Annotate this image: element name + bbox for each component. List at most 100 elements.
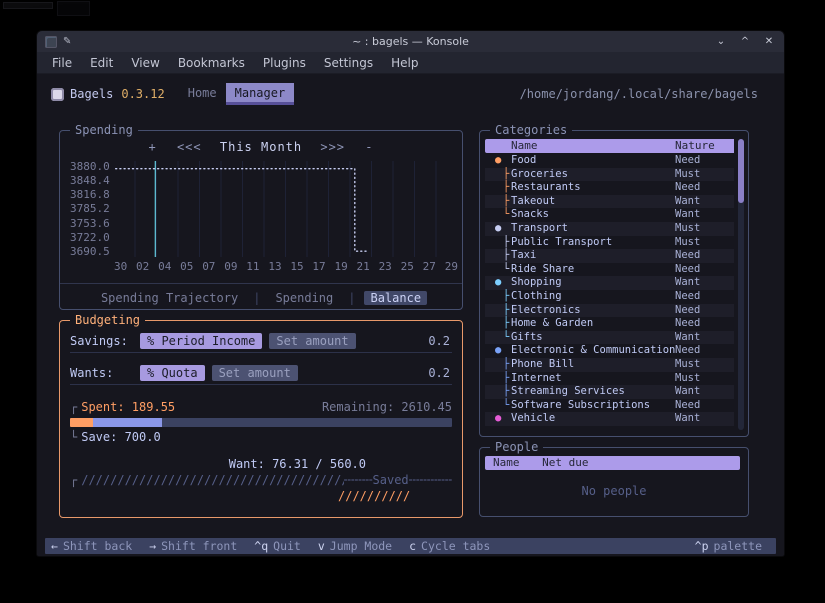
category-row[interactable]: ├RestaurantsNeed xyxy=(485,181,734,195)
hint-palette[interactable]: ^ppalette xyxy=(695,539,762,553)
category-row[interactable]: ├ClothingNeed xyxy=(485,290,734,304)
category-row[interactable]: ├TaxiNeed xyxy=(485,249,734,263)
desktop-artifact xyxy=(57,1,90,16)
savings-label: Savings: xyxy=(70,334,140,348)
tree-branch-icon: ├ xyxy=(503,290,511,304)
x-tick: 02 xyxy=(136,260,149,273)
x-tick: 29 xyxy=(445,260,458,273)
tab-spending-trajectory[interactable]: Spending Trajectory xyxy=(95,291,244,305)
budgeting-panel-title: Budgeting xyxy=(70,313,145,327)
category-name: Transport xyxy=(511,222,568,236)
category-row[interactable]: └Ride ShareNeed xyxy=(485,263,734,277)
bar-save-segment xyxy=(93,418,162,427)
category-row[interactable]: ├InternetMust xyxy=(485,372,734,386)
category-name: Taxi xyxy=(511,249,536,263)
category-name: Internet xyxy=(511,372,562,386)
menu-edit[interactable]: Edit xyxy=(81,54,122,72)
hint-quit[interactable]: ^q Quit xyxy=(254,539,301,553)
hint-shift-back[interactable]: ←Shift back xyxy=(51,539,132,553)
category-row[interactable]: ├ElectronicsNeed xyxy=(485,304,734,318)
tab-home[interactable]: Home xyxy=(179,83,226,105)
app-tabs: Home Manager xyxy=(179,83,294,105)
category-row[interactable]: ├Phone BillMust xyxy=(485,358,734,372)
category-nature: Must xyxy=(675,372,700,386)
spending-panel: Spending + <<< This Month >>> - 3880.0 3… xyxy=(59,130,463,310)
savings-set-amount-button[interactable]: Set amount xyxy=(269,333,355,349)
category-row[interactable]: └Software SubscriptionsNeed xyxy=(485,399,734,413)
menubar: File Edit View Bookmarks Plugins Setting… xyxy=(37,52,784,74)
hint-shift-front[interactable]: →Shift front xyxy=(149,539,237,553)
savings-period-income-button[interactable]: % Period Income xyxy=(140,333,262,349)
category-name: Food xyxy=(511,154,536,168)
period-add-button[interactable]: + xyxy=(142,140,162,154)
category-row[interactable]: ●ShoppingWant xyxy=(485,276,734,290)
app-header: Bagels 0.3.12 Home Manager /home/jordang… xyxy=(51,82,758,106)
minimize-button[interactable]: ⌄ xyxy=(714,36,728,47)
budgeting-panel: Budgeting Savings: % Period Income Set a… xyxy=(59,320,463,518)
spent-row: ┌ Spent: 189.55 Remaining: 2610.45 xyxy=(70,400,452,414)
y-tick: 3848.4 xyxy=(66,175,110,186)
key-v: v xyxy=(318,539,325,553)
tab-spending[interactable]: Spending xyxy=(269,291,339,305)
scrollbar-track[interactable] xyxy=(738,139,744,430)
menu-view[interactable]: View xyxy=(122,54,168,72)
category-row[interactable]: ●VehicleWant xyxy=(485,412,734,426)
hint-label: Shift back xyxy=(63,539,132,553)
key-right-arrow: → xyxy=(149,539,156,553)
y-tick: 3816.8 xyxy=(66,189,110,200)
category-row[interactable]: ├GroceriesMust xyxy=(485,168,734,182)
menu-help[interactable]: Help xyxy=(382,54,427,72)
close-button[interactable]: ✕ xyxy=(762,36,776,47)
category-row[interactable]: ●TransportMust xyxy=(485,222,734,236)
period-next-button[interactable]: >>> xyxy=(314,140,351,154)
key-ctrl-p: ^p xyxy=(695,539,709,553)
hint-cycle-tabs[interactable]: cCycle tabs xyxy=(409,539,490,553)
x-tick: 05 xyxy=(180,260,193,273)
x-tick: 30 xyxy=(114,260,127,273)
key-ctrl-q: ^q xyxy=(254,539,268,553)
category-nature: Want xyxy=(675,195,700,209)
category-row[interactable]: └GiftsWant xyxy=(485,331,734,345)
category-row[interactable]: ●Electronic & CommunicationNeed xyxy=(485,344,734,358)
savings-value-field[interactable]: 0.2 xyxy=(428,334,452,348)
desktop-artifact xyxy=(3,2,53,9)
maximize-button[interactable]: ^ xyxy=(738,36,752,47)
save-amount: Save: 700.0 xyxy=(81,430,160,444)
menu-plugins[interactable]: Plugins xyxy=(254,54,315,72)
col-name: Name xyxy=(493,456,520,469)
category-nature: Must xyxy=(675,222,700,236)
category-row[interactable]: ●FoodNeed xyxy=(485,154,734,168)
chart-plot-area xyxy=(114,161,456,257)
category-row[interactable]: ├Streaming ServicesWant xyxy=(485,385,734,399)
period-prev-button[interactable]: <<< xyxy=(171,140,208,154)
wants-quota-button[interactable]: % Quota xyxy=(140,365,205,381)
period-sub-button[interactable]: - xyxy=(359,140,379,154)
bracket-glyph: ┌ xyxy=(70,400,77,414)
titlebar[interactable]: ✎ ~ : bagels — Konsole ⌄ ^ ✕ xyxy=(37,31,784,52)
menu-settings[interactable]: Settings xyxy=(315,54,382,72)
hint-jump-mode[interactable]: vJump Mode xyxy=(318,539,392,553)
bracket-glyph: └ xyxy=(70,430,77,444)
tab-balance[interactable]: Balance xyxy=(364,291,427,305)
category-row[interactable]: └SnacksWant xyxy=(485,208,734,222)
y-tick: 3690.5 xyxy=(66,246,110,257)
scrollbar-thumb[interactable] xyxy=(738,139,744,203)
menu-file[interactable]: File xyxy=(43,54,81,72)
col-nature: Nature xyxy=(675,139,715,153)
menu-bookmarks[interactable]: Bookmarks xyxy=(169,54,254,72)
category-name: Public Transport xyxy=(511,236,612,250)
chart-y-axis: 3880.0 3848.4 3816.8 3785.2 3753.6 3722.… xyxy=(66,161,110,257)
bracket-glyph: ┌ xyxy=(70,473,77,487)
category-row[interactable]: ├Public TransportMust xyxy=(485,236,734,250)
x-tick: 27 xyxy=(423,260,436,273)
x-tick: 15 xyxy=(290,260,303,273)
category-row[interactable]: ├TakeoutWant xyxy=(485,195,734,209)
tab-manager[interactable]: Manager xyxy=(226,83,295,105)
wants-value-field[interactable]: 0.2 xyxy=(428,366,452,380)
category-nature: Want xyxy=(675,412,700,426)
hint-label: Quit xyxy=(273,539,301,553)
tree-branch-icon: └ xyxy=(503,263,511,277)
col-net-due: Net due xyxy=(542,456,588,469)
category-row[interactable]: ├Home & GardenNeed xyxy=(485,317,734,331)
wants-set-amount-button[interactable]: Set amount xyxy=(212,365,298,381)
